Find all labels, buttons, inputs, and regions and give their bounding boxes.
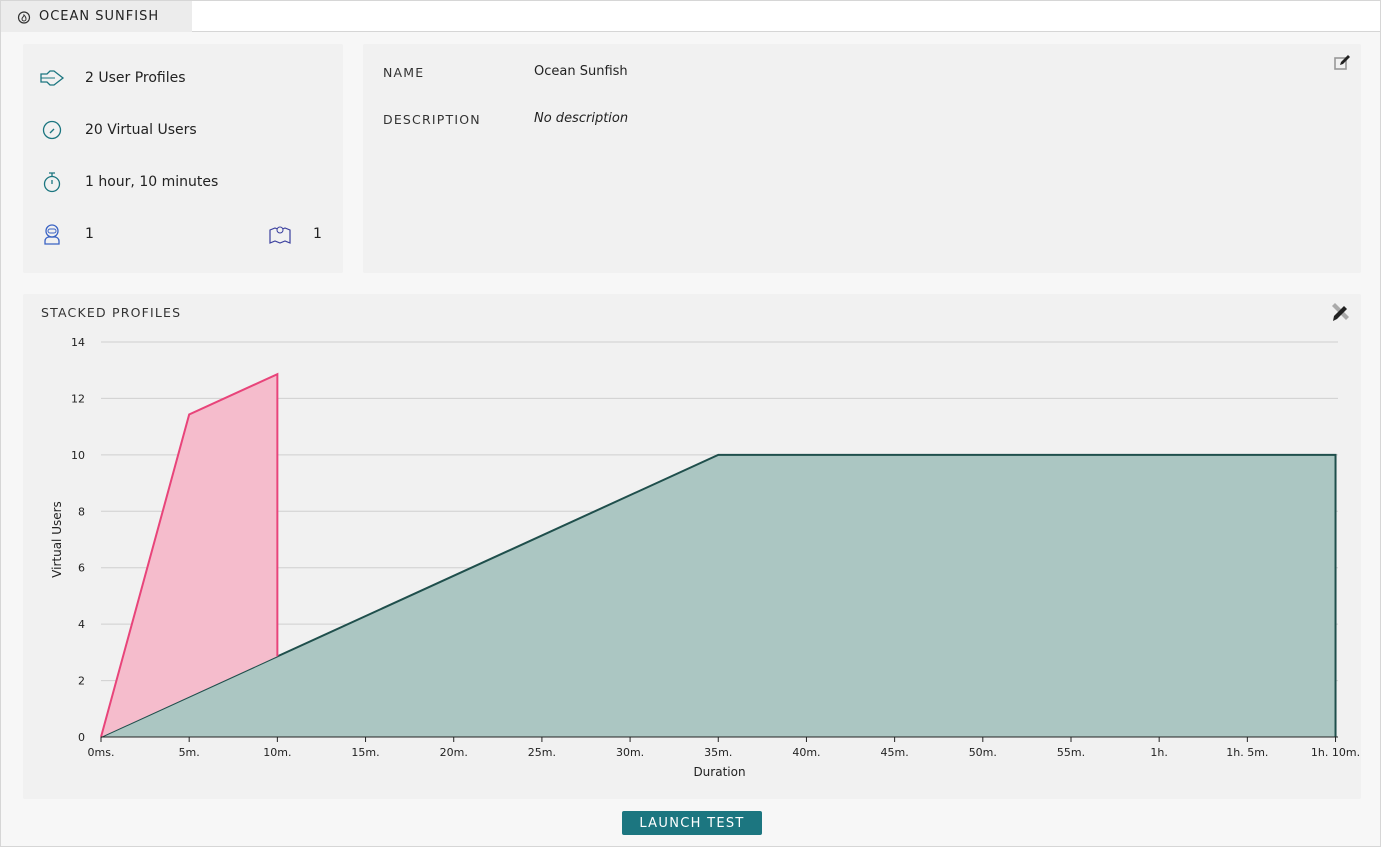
x-tick-label: 5m. — [179, 746, 200, 759]
x-tick-label: 1h. 5m. — [1226, 746, 1268, 759]
y-tick-label: 8 — [78, 505, 85, 518]
y-tick-label: 0 — [78, 731, 85, 744]
y-tick-label: 12 — [71, 392, 85, 405]
y-tick-label: 2 — [78, 675, 85, 688]
x-tick-label: 25m. — [528, 746, 556, 759]
series-area-1 — [101, 454, 1336, 737]
x-tick-label: 35m. — [704, 746, 732, 759]
y-tick-label: 10 — [71, 449, 85, 462]
x-tick-label: 1h. 10m. — [1311, 746, 1360, 759]
y-tick-label: 6 — [78, 562, 85, 575]
launch-test-button[interactable]: LAUNCH TEST — [622, 811, 762, 835]
x-tick-label: 15m. — [351, 746, 379, 759]
x-tick-label: 20m. — [440, 746, 468, 759]
x-tick-label: 45m. — [881, 746, 909, 759]
x-tick-label: 10m. — [263, 746, 291, 759]
x-axis-label: Duration — [693, 765, 745, 779]
x-tick-label: 40m. — [792, 746, 820, 759]
y-tick-label: 4 — [78, 618, 85, 631]
x-tick-label: 50m. — [969, 746, 997, 759]
x-tick-label: 55m. — [1057, 746, 1085, 759]
y-tick-label: 14 — [71, 336, 85, 349]
y-axis-label: Virtual Users — [50, 501, 64, 578]
app-frame: OCEAN SUNFISH 2 User Profiles 20 Virtual… — [0, 0, 1381, 847]
x-tick-label: 1h. — [1150, 746, 1167, 759]
x-tick-label: 30m. — [616, 746, 644, 759]
x-tick-label: 0ms. — [88, 746, 115, 759]
stacked-profiles-chart: 0 2 4 6 8 10 12 14 0ms. 5m. 10m. 15m. 20m. 25m. 30m. 35… — [50, 336, 1360, 779]
